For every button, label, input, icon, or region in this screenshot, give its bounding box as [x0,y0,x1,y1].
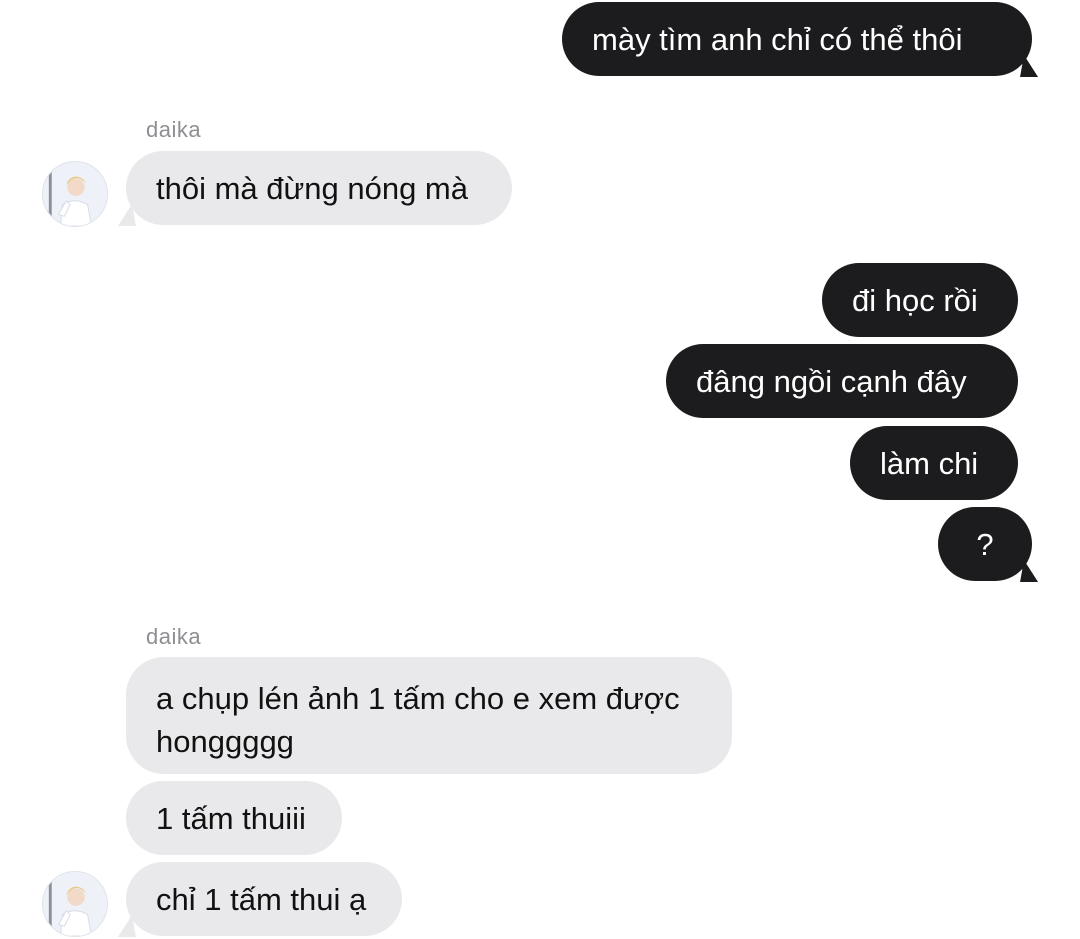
message-text: chỉ 1 tấm thui ạ [156,882,367,917]
outgoing-message-bubble[interactable]: mày tìm anh chỉ có thể thôi [562,2,1032,76]
outgoing-message-bubble[interactable]: đâng ngồi cạnh đây [666,344,1018,418]
contact-avatar[interactable] [42,871,108,937]
bubble-tail [114,204,136,226]
incoming-message-bubble[interactable]: a chụp lén ảnh 1 tấm cho e xem được hong… [126,657,732,774]
incoming-message-bubble[interactable]: chỉ 1 tấm thui ạ [126,862,402,936]
contact-avatar-photo-icon [43,162,107,226]
bubble-tail [114,915,136,937]
outgoing-message-bubble[interactable]: đi học rồi [822,263,1018,337]
sender-name: daika [146,624,202,649]
message-text: đâng ngồi cạnh đây [696,364,967,399]
bubble-tail [1020,560,1042,582]
outgoing-message-bubble[interactable]: ? [938,507,1032,581]
incoming-message-bubble[interactable]: thôi mà đừng nóng mà [126,151,512,225]
incoming-message-bubble[interactable]: 1 tấm thuiii [126,781,342,855]
contact-avatar-photo-icon [43,872,107,936]
sender-name: daika [146,117,202,142]
message-text: a chụp lén ảnh 1 tấm cho e xem được hong… [156,681,680,759]
outgoing-message-bubble[interactable]: làm chi [850,426,1018,500]
contact-avatar[interactable] [42,161,108,227]
bubble-tail [1020,55,1042,77]
message-text: thôi mà đừng nóng mà [156,171,468,206]
message-text: mày tìm anh chỉ có thể thôi [592,22,963,57]
message-text: ? [976,527,994,562]
message-text: đi học rồi [852,283,978,318]
message-text: 1 tấm thuiii [156,801,306,836]
message-text: làm chi [880,446,979,481]
